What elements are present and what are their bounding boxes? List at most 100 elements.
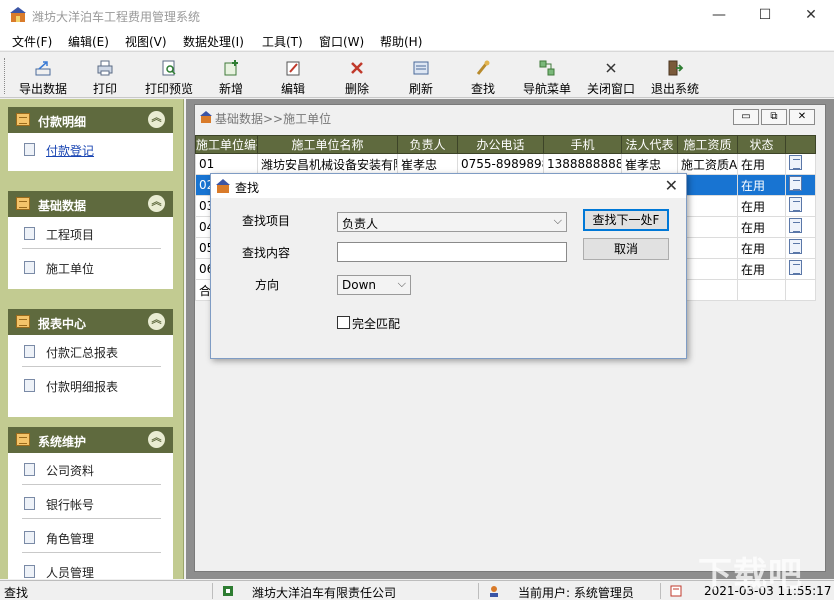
group-header-report-center[interactable]: 报表中心 ︽ xyxy=(8,309,173,335)
column-header[interactable]: 负责人 xyxy=(398,136,458,154)
print-button[interactable]: 打印 xyxy=(82,55,128,97)
find-next-button[interactable]: 查找下一处F xyxy=(583,209,669,231)
column-header[interactable]: 法人代表 xyxy=(622,136,678,154)
minimize-button[interactable]: — xyxy=(696,0,742,31)
status-company: 潍坊大洋泊车有限责任公司 xyxy=(252,584,396,600)
nav-item-construction-units[interactable]: 施工单位 xyxy=(8,251,173,285)
collapse-chevron-icon[interactable]: ︽ xyxy=(148,431,165,448)
app-logo-icon xyxy=(9,6,27,24)
group-basic-data: 基础数据 ︽ 工程项目 施工单位 xyxy=(8,191,173,289)
divider xyxy=(22,552,161,553)
document-icon xyxy=(24,565,35,578)
group-header-payment-details[interactable]: 付款明细 ︽ xyxy=(8,107,173,133)
child-close-button[interactable]: ✕ xyxy=(789,109,815,125)
nav-item-company-info[interactable]: 公司资料 xyxy=(8,453,173,487)
child-window-title-bar[interactable]: 基础数据>>施工单位 ▭ ⧉ ✕ xyxy=(195,105,825,129)
menu-tools[interactable]: 工具(T) xyxy=(262,33,303,50)
collapse-chevron-icon[interactable]: ︽ xyxy=(148,313,165,330)
group-header-basic-data[interactable]: 基础数据 ︽ xyxy=(8,191,173,217)
document-icon[interactable] xyxy=(789,239,802,254)
menu-window[interactable]: 窗口(W) xyxy=(319,33,364,50)
toolbar-grip[interactable] xyxy=(4,58,7,94)
document-icon xyxy=(24,497,35,510)
refresh-icon xyxy=(412,59,430,77)
document-icon[interactable] xyxy=(789,176,802,191)
print-preview-button[interactable]: 打印预览 xyxy=(140,55,198,97)
document-icon[interactable] xyxy=(789,260,802,275)
refresh-button[interactable]: 刷新 xyxy=(398,55,444,97)
collapse-chevron-icon[interactable]: ︽ xyxy=(148,195,165,212)
document-icon xyxy=(24,345,35,358)
navigation-menu-button[interactable]: 导航菜单 xyxy=(518,55,576,97)
nav-item-role-management[interactable]: 角色管理 xyxy=(8,521,173,555)
column-header[interactable]: 施工资质 xyxy=(678,136,738,154)
clock-icon xyxy=(670,585,682,597)
group-table-icon xyxy=(16,113,30,126)
document-icon[interactable] xyxy=(789,155,802,170)
export-data-button[interactable]: 导出数据 xyxy=(12,55,74,97)
nav-item-projects[interactable]: 工程项目 xyxy=(8,217,173,251)
status-action: 查找 xyxy=(4,584,28,600)
print-preview-icon xyxy=(160,59,178,77)
child-restore-button[interactable]: ⧉ xyxy=(761,109,787,125)
child-minimize-button[interactable]: ▭ xyxy=(733,109,759,125)
edit-icon xyxy=(284,59,302,77)
column-header[interactable]: 手机 xyxy=(544,136,622,154)
collapse-chevron-icon[interactable]: ︽ xyxy=(148,111,165,128)
divider xyxy=(22,518,161,519)
column-header[interactable]: 状态 xyxy=(738,136,786,154)
nav-item-payment-register[interactable]: 付款登记 xyxy=(8,133,173,167)
group-payment-details: 付款明细 ︽ 付款登记 xyxy=(8,107,173,171)
nav-item-staff-management[interactable]: 人员管理 xyxy=(8,555,173,579)
window-title: 潍坊大洋泊车工程费用管理系统 xyxy=(32,8,200,25)
watermark: 下载吧 xyxy=(698,547,803,596)
status-user: 当前用户: 系统管理员 xyxy=(518,584,634,600)
group-header-system-maintenance[interactable]: 系统维护 ︽ xyxy=(8,427,173,453)
document-icon xyxy=(24,531,35,544)
navigation-icon xyxy=(538,59,556,77)
nav-item-bank-accounts[interactable]: 银行帐号 xyxy=(8,487,173,521)
edit-button[interactable]: 编辑 xyxy=(270,55,316,97)
find-content-input[interactable] xyxy=(337,242,567,262)
menu-data-processing[interactable]: 数据处理(I) xyxy=(183,33,244,50)
column-header[interactable]: 办公电话 xyxy=(458,136,544,154)
find-field-select[interactable]: 负责人 ⌵ xyxy=(337,212,567,232)
document-icon[interactable] xyxy=(789,218,802,233)
delete-icon xyxy=(348,59,366,77)
table-row[interactable]: 01 潍坊安昌机械设备安装有限公司 崔孝忠 0755-89898989 1388… xyxy=(196,154,816,175)
column-header xyxy=(786,136,816,154)
divider xyxy=(22,484,161,485)
find-dialog-close-button[interactable]: ✕ xyxy=(665,176,678,195)
add-icon xyxy=(222,59,240,77)
document-icon xyxy=(24,463,35,476)
app-logo-icon xyxy=(215,178,231,194)
group-report-center: 报表中心 ︽ 付款汇总报表 付款明细报表 xyxy=(8,309,173,417)
close-window-button[interactable]: 关闭窗口 xyxy=(582,55,640,97)
delete-button[interactable]: 删除 xyxy=(334,55,380,97)
cancel-button[interactable]: 取消 xyxy=(583,238,669,260)
find-field-label: 查找项目 xyxy=(242,212,290,229)
menu-edit[interactable]: 编辑(E) xyxy=(68,33,109,50)
nav-item-payment-detail-report[interactable]: 付款明细报表 xyxy=(8,369,173,403)
menu-file[interactable]: 文件(F) xyxy=(12,33,52,50)
nav-item-payment-summary-report[interactable]: 付款汇总报表 xyxy=(8,335,173,369)
exact-match-checkbox[interactable] xyxy=(337,316,350,329)
find-dialog-title-bar[interactable]: 查找 ✕ xyxy=(211,174,686,198)
menu-help[interactable]: 帮助(H) xyxy=(380,33,422,50)
exit-system-button[interactable]: 退出系统 xyxy=(646,55,704,97)
column-header[interactable]: 施工单位编码 xyxy=(196,136,258,154)
maximize-button[interactable]: ☐ xyxy=(742,0,788,31)
column-header[interactable]: 施工单位名称 xyxy=(258,136,398,154)
find-button[interactable]: 查找 xyxy=(460,55,506,97)
exact-match-label[interactable]: 完全匹配 xyxy=(352,315,400,332)
document-icon xyxy=(24,261,35,274)
menu-view[interactable]: 视图(V) xyxy=(125,33,167,50)
chevron-down-icon: ⌵ xyxy=(398,277,406,291)
direction-select[interactable]: Down ⌵ xyxy=(337,275,411,295)
navigation-panel: 付款明细 ︽ 付款登记 基础数据 ︽ 工程项目 施工单位 报表中心 ︽ xyxy=(0,99,184,579)
add-button[interactable]: 新增 xyxy=(208,55,254,97)
exit-icon xyxy=(666,59,684,77)
close-button[interactable]: ✕ xyxy=(788,0,834,31)
printer-icon xyxy=(96,59,114,77)
document-icon[interactable] xyxy=(789,197,802,212)
